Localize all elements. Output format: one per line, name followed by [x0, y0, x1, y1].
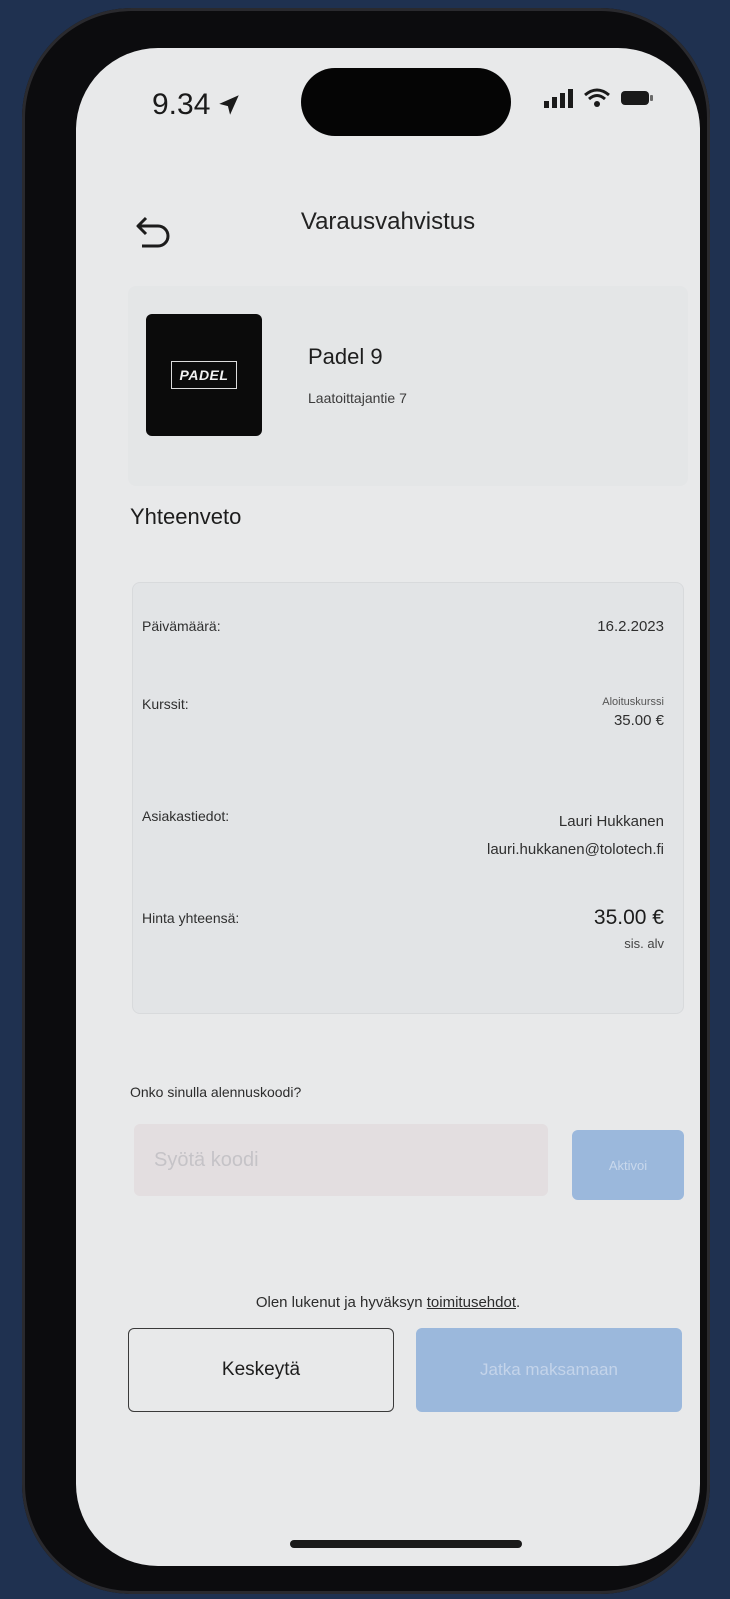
customer-name: Lauri Hukkanen	[558, 813, 664, 830]
total-value: 35.00 € sis. alv	[594, 906, 664, 951]
date-label: Päivämäärä:	[142, 618, 221, 634]
discount-code-input[interactable]	[134, 1124, 548, 1196]
status-time: 9.34	[152, 88, 242, 122]
battery-icon	[621, 91, 653, 105]
activate-button[interactable]: Aktivoi	[572, 1130, 684, 1200]
discount-question: Onko sinulla alennuskoodi?	[130, 1084, 302, 1100]
courses-value: Aloituskurssi 35.00 €	[602, 696, 664, 729]
terms-prefix: Olen lukenut ja hyväksyn	[255, 1294, 427, 1311]
padel-logo-text: PADEL	[170, 361, 238, 389]
continue-to-payment-button[interactable]: Jatka maksamaan	[416, 1328, 682, 1412]
total-label: Hinta yhteensä:	[142, 910, 240, 926]
venue-logo: PADEL	[146, 314, 262, 436]
status-time-text: 9.34	[152, 88, 211, 121]
course-name: Aloituskurssi	[602, 696, 664, 708]
customer-value: Lauri Hukkanen lauri.hukkanen@tolotech.f…	[487, 808, 664, 864]
page-title: Varausvahvistus	[300, 208, 476, 235]
dynamic-island	[301, 68, 511, 136]
signal-icon	[544, 89, 573, 108]
wifi-icon	[584, 88, 610, 107]
terms-suffix: .	[515, 1294, 521, 1311]
home-indicator[interactable]	[290, 1540, 522, 1548]
location-arrow-icon	[219, 95, 240, 115]
venue-address: Laatoittajantie 7	[308, 390, 407, 406]
date-value: 16.2.2023	[597, 618, 664, 635]
terms-link[interactable]: toimitusehdot	[427, 1294, 516, 1311]
terms-text: Olen lukenut ja hyväksyn toimitusehdot.	[76, 1294, 700, 1311]
cancel-button[interactable]: Keskeytä	[128, 1328, 394, 1412]
vat-note: sis. alv	[624, 936, 664, 951]
course-price: 35.00 €	[613, 712, 664, 729]
courses-label: Kurssit:	[142, 696, 189, 712]
customer-label: Asiakastiedot:	[142, 808, 230, 824]
total-price: 35.00 €	[593, 906, 664, 929]
app-screen: 9.34 Varausvahvistus PADEL Padel 9 Laato…	[76, 48, 700, 1566]
customer-email: lauri.hukkanen@tolotech.fi	[487, 841, 664, 858]
phone-frame: 9.34 Varausvahvistus PADEL Padel 9 Laato…	[22, 8, 710, 1594]
summary-title: Yhteenveto	[130, 504, 242, 529]
venue-name: Padel 9	[308, 344, 383, 369]
status-icons	[544, 88, 654, 108]
